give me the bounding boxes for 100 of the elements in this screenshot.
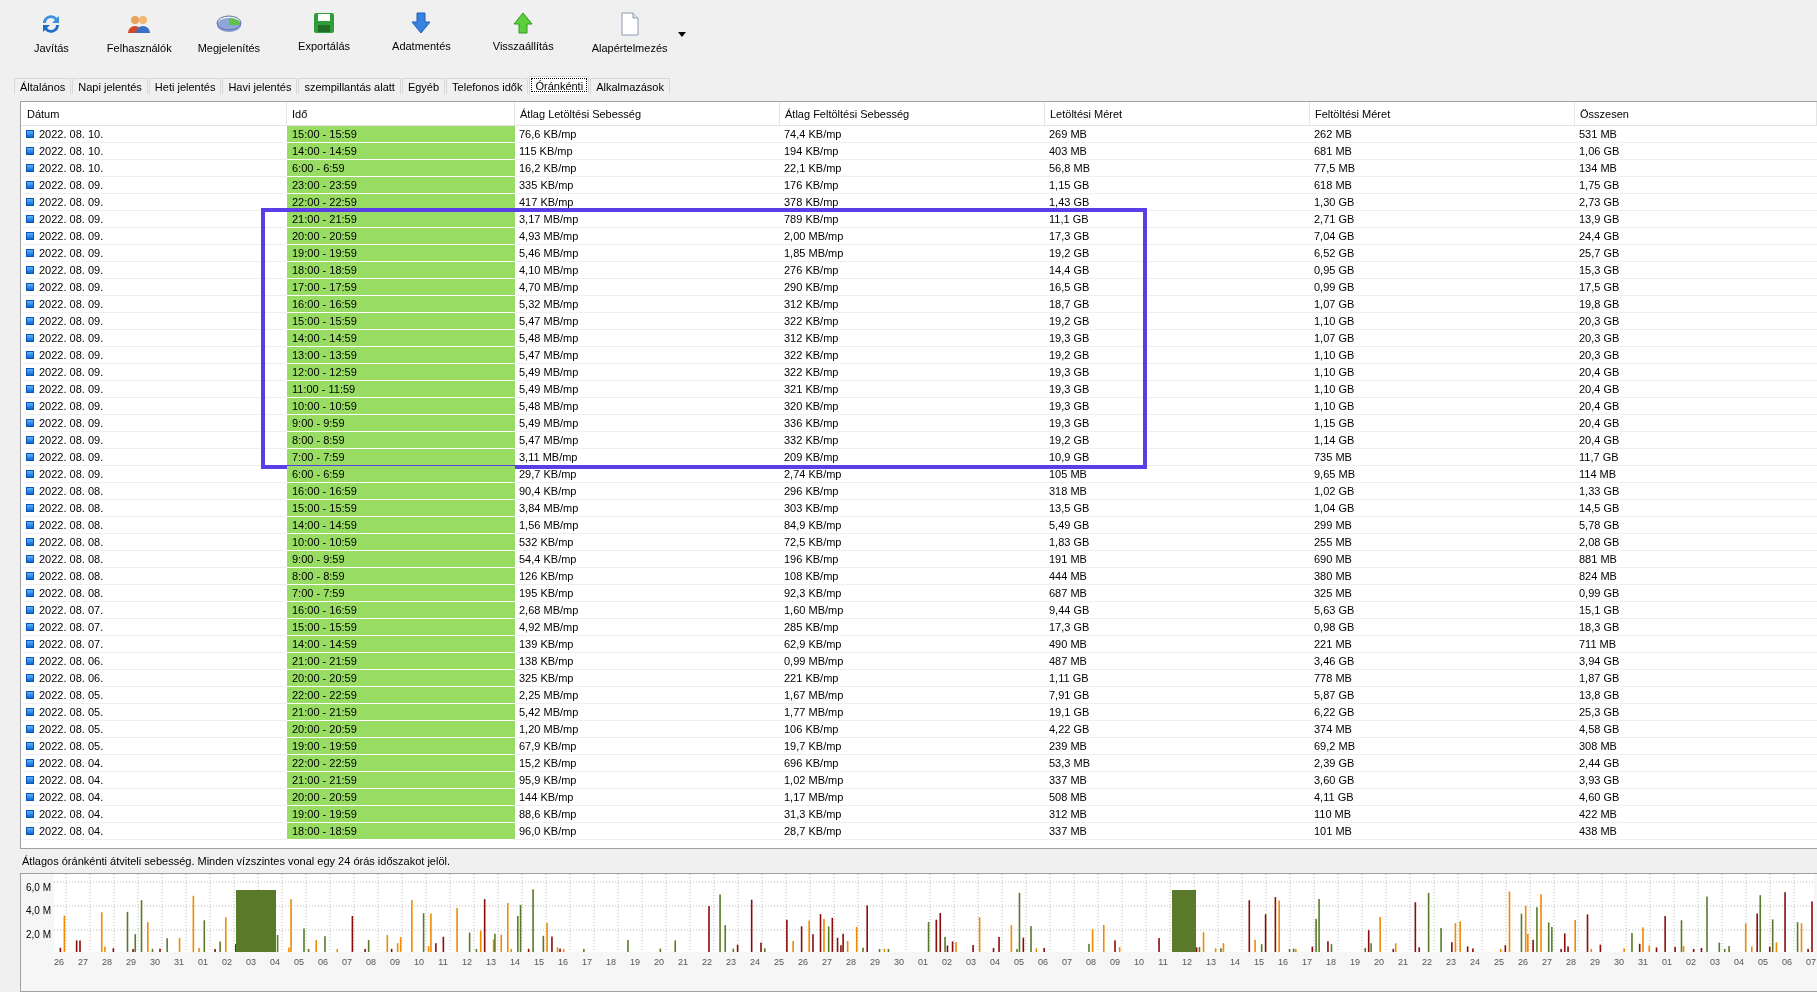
table-cell: 1,04 GB xyxy=(1310,500,1575,517)
table-cell: 532 KB/mp xyxy=(515,534,780,551)
table-cell: 15:00 - 15:59 xyxy=(287,619,515,636)
row-icon xyxy=(26,538,34,546)
table-cell: 14:00 - 14:59 xyxy=(287,636,515,653)
table-cell: 1,85 MB/mp xyxy=(780,245,1045,262)
axis-label: 04 xyxy=(269,957,281,967)
toolbar-button[interactable]: Megjelenítés xyxy=(191,12,267,54)
table-cell: 1,10 GB xyxy=(1310,381,1575,398)
tab[interactable]: Heti jelentés xyxy=(148,78,222,94)
table-cell: 318 MB xyxy=(1045,483,1310,500)
axis-label: 28 xyxy=(101,957,113,967)
table-cell: 90,4 KB/mp xyxy=(515,483,780,500)
table-cell: 31,3 KB/mp xyxy=(780,806,1045,823)
axis-label: 29 xyxy=(869,957,881,967)
axis-label: 19 xyxy=(629,957,641,967)
row-icon xyxy=(26,827,34,835)
table-cell: 10:00 - 10:59 xyxy=(287,534,515,551)
axis-label: 18 xyxy=(605,957,617,967)
toolbar-button[interactable]: Alapértelmezés xyxy=(585,12,674,54)
table-cell: 5,78 GB xyxy=(1575,517,1817,534)
axis-label: 03 xyxy=(965,957,977,967)
row-icon xyxy=(26,487,34,495)
toolbar-button[interactable]: Javítás xyxy=(28,12,75,54)
axis-label: 26 xyxy=(797,957,809,967)
table-cell: 1,07 GB xyxy=(1310,330,1575,347)
table-cell: 76,6 KB/mp xyxy=(515,126,780,143)
table-cell: 10,9 GB xyxy=(1045,449,1310,466)
toolbar-button[interactable]: Exportálás xyxy=(292,12,357,52)
table-cell: 2,25 MB/mp xyxy=(515,687,780,704)
tab[interactable]: Óránkénti xyxy=(529,76,590,94)
column-header[interactable]: Összesen xyxy=(1575,102,1817,125)
axis-label: 26 xyxy=(1517,957,1529,967)
row-icon xyxy=(26,283,34,291)
table-cell: 1,75 GB xyxy=(1575,177,1817,194)
table-cell: 74,4 KB/mp xyxy=(780,126,1045,143)
table-cell: 106 KB/mp xyxy=(780,721,1045,738)
table-cell: 6:00 - 6:59 xyxy=(287,160,515,177)
table-cell: 20,3 GB xyxy=(1575,313,1817,330)
row-icon xyxy=(26,232,34,240)
table-cell: 2022. 08. 05. xyxy=(39,689,104,701)
table-cell: 25,3 GB xyxy=(1575,704,1817,721)
table-cell: 20,3 GB xyxy=(1575,347,1817,364)
row-icon xyxy=(26,521,34,529)
tab[interactable]: Általános xyxy=(14,78,72,94)
table-cell: 19:00 - 19:59 xyxy=(287,738,515,755)
column-header[interactable]: Idő xyxy=(287,102,515,125)
table-cell: 255 MB xyxy=(1310,534,1575,551)
table-cell: 1,30 GB xyxy=(1310,194,1575,211)
table-cell: 1,11 GB xyxy=(1045,670,1310,687)
table-cell: 8:00 - 8:59 xyxy=(287,568,515,585)
axis-label: 07 xyxy=(1805,957,1817,967)
table-cell: 101 MB xyxy=(1310,823,1575,840)
table-cell: 9:00 - 9:59 xyxy=(287,551,515,568)
table-cell: 19,3 GB xyxy=(1045,398,1310,415)
table-cell: 687 MB xyxy=(1045,585,1310,602)
table-cell: 1,02 GB xyxy=(1310,483,1575,500)
column-header[interactable]: Átlag Feltöltési Sebesség xyxy=(780,102,1045,125)
column-header[interactable]: Feltöltési Méret xyxy=(1310,102,1575,125)
table-cell: 2022. 08. 07. xyxy=(39,638,104,650)
table-cell: 444 MB xyxy=(1045,568,1310,585)
toolbar-button[interactable]: Adatmentés xyxy=(386,12,457,52)
table-cell: 2022. 08. 09. xyxy=(39,264,104,276)
row-icon xyxy=(26,402,34,410)
table-cell: 2022. 08. 09. xyxy=(39,230,104,242)
table-cell: 0,95 GB xyxy=(1310,262,1575,279)
table-cell: 332 KB/mp xyxy=(780,432,1045,449)
table-cell: 6,52 GB xyxy=(1310,245,1575,262)
table-cell: 531 MB xyxy=(1575,126,1817,143)
table-cell: 13,5 GB xyxy=(1045,500,1310,517)
tab[interactable]: Telefonos idők xyxy=(446,78,529,94)
tab[interactable]: Napi jelentés xyxy=(72,78,148,94)
tab[interactable]: Alkalmazások xyxy=(590,78,670,94)
table-cell: 2,00 MB/mp xyxy=(780,228,1045,245)
tab[interactable]: szempillantás alatt xyxy=(298,78,401,94)
axis-label: 08 xyxy=(365,957,377,967)
caret-icon[interactable] xyxy=(677,32,686,37)
axis-label: 01 xyxy=(1661,957,1673,967)
table-cell: 335 KB/mp xyxy=(515,177,780,194)
column-header[interactable]: Dátum xyxy=(22,102,287,125)
axis-label: 04 xyxy=(989,957,1001,967)
tab[interactable]: Egyéb xyxy=(401,78,446,94)
table-cell: 487 MB xyxy=(1045,653,1310,670)
table-cell: 1,06 GB xyxy=(1575,143,1817,160)
toolbar-button[interactable]: Visszaállítás xyxy=(486,12,560,52)
table-cell: 824 MB xyxy=(1575,568,1817,585)
column-header[interactable]: Átlag Letöltési Sebesség xyxy=(515,102,780,125)
table-cell: 4,60 GB xyxy=(1575,789,1817,806)
table-cell: 337 MB xyxy=(1045,772,1310,789)
table-cell: 239 MB xyxy=(1045,738,1310,755)
table-cell: 5,32 MB/mp xyxy=(515,296,780,313)
column-header[interactable]: Letöltési Méret xyxy=(1045,102,1310,125)
table-cell: 72,5 KB/mp xyxy=(780,534,1045,551)
table-cell: 2022. 08. 04. xyxy=(39,757,104,769)
toolbar-button[interactable]: Felhasználók xyxy=(100,12,178,54)
tab[interactable]: Havi jelentés xyxy=(222,78,298,94)
axis-label: 13 xyxy=(485,957,497,967)
row-icon xyxy=(26,181,34,189)
table-cell: 21:00 - 21:59 xyxy=(287,772,515,789)
table-cell: 2,74 KB/mp xyxy=(780,466,1045,483)
